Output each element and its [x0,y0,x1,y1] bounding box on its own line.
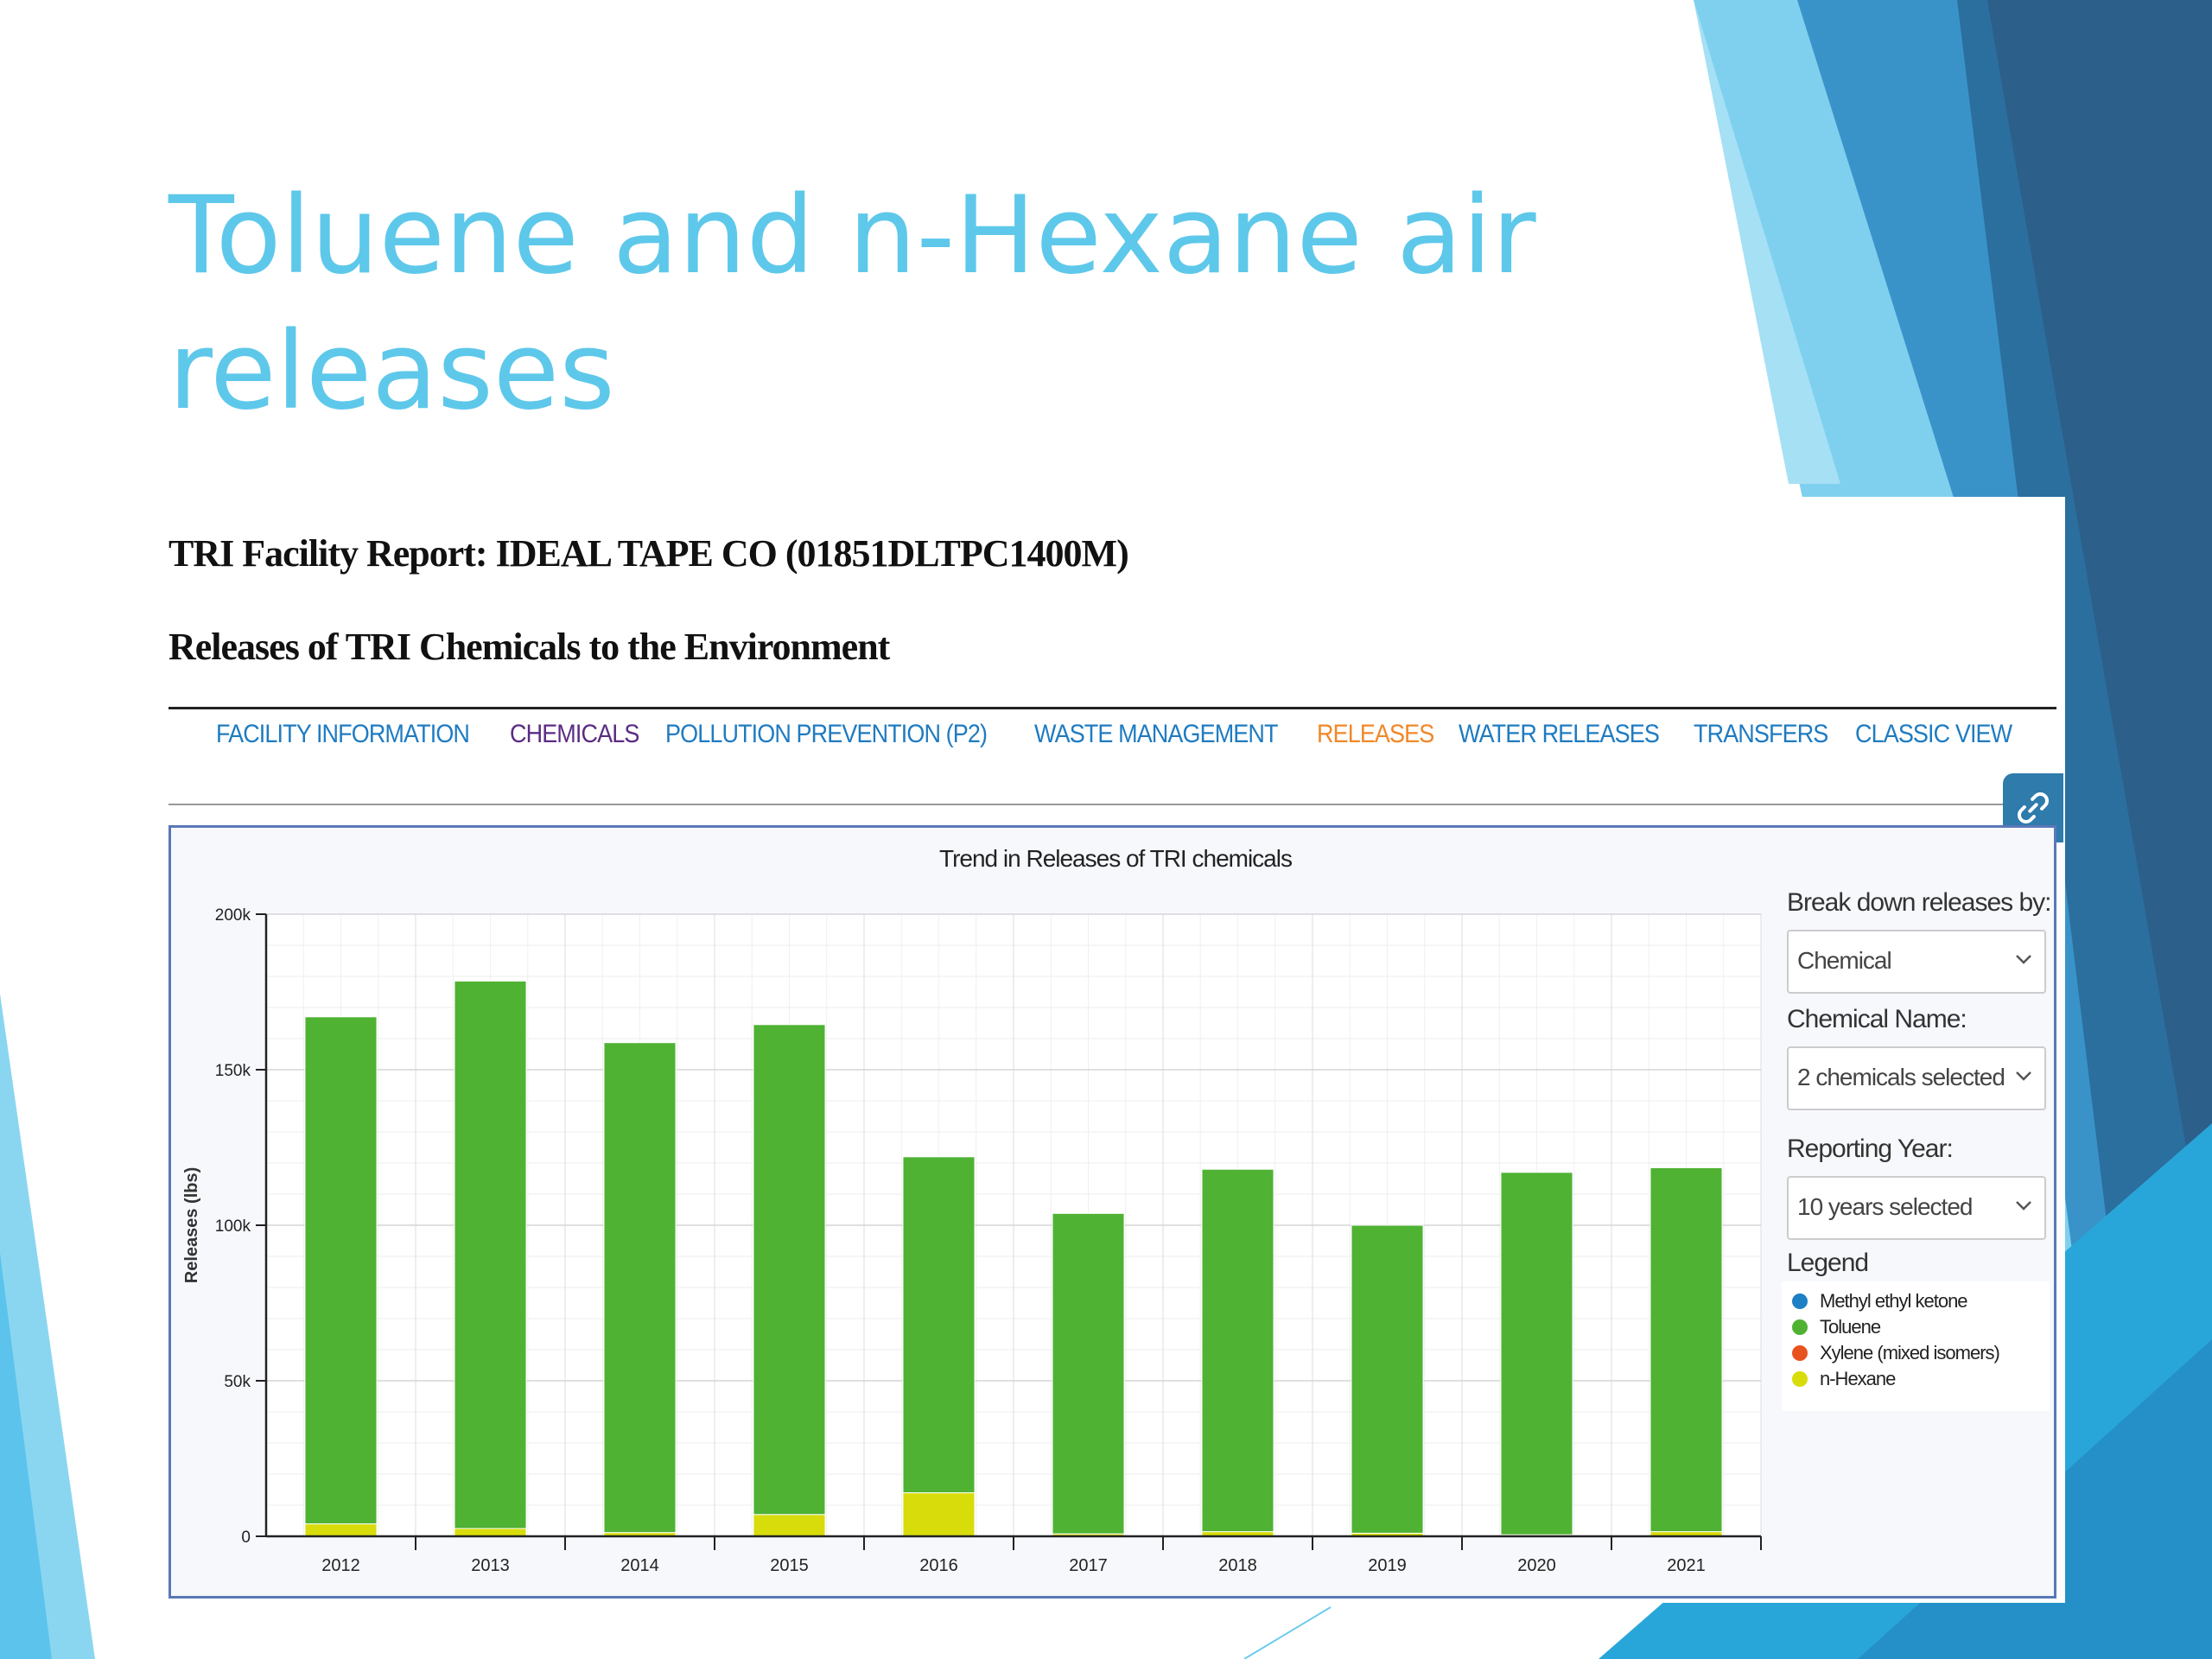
reporting-year-value: 10 years selected [1797,1193,1973,1220]
nav-transfers[interactable]: TRANSFERS [1694,720,1828,749]
bar-toluene-2017[interactable] [1052,1212,1125,1535]
x-tick-label: 2021 [1667,1556,1706,1575]
nav-water-releases[interactable]: WATER RELEASES [1459,720,1660,749]
reporting-year-select[interactable]: 10 years selected [1787,1176,2046,1240]
y-tick-label: 150k [215,1062,251,1080]
link-icon [2017,791,2050,824]
bar-toluene-2019[interactable] [1351,1224,1424,1534]
legend-marker [1792,1371,1808,1387]
legend-item-n-hexane[interactable]: n-Hexane [1792,1366,1896,1392]
tri-report-panel: TRI Facility Report: IDEAL TAPE CO (0185… [168,497,2065,1603]
legend-item-xylene[interactable]: Xylene (mixed isomers) [1792,1340,2000,1366]
breakdown-value: Chemical [1797,947,1892,974]
x-tick-label: 2016 [919,1556,958,1575]
x-tick-label: 2019 [1368,1556,1407,1575]
bar-toluene-2020[interactable] [1500,1172,1573,1535]
legend: Methyl ethyl ketone Toluene Xylene (mixe… [1782,1281,2050,1411]
bar-toluene-2016[interactable] [902,1156,976,1494]
bar-n-hexane-2016[interactable] [902,1492,976,1537]
x-tick-label: 2014 [620,1556,659,1575]
nav-pollution-prevention[interactable]: POLLUTION PREVENTION (P2) [665,720,988,749]
bar-toluene-2021[interactable] [1649,1166,1723,1533]
legend-label: Methyl ethyl ketone [1820,1290,1968,1312]
report-title: TRI Facility Report: IDEAL TAPE CO (0185… [168,532,1129,575]
y-tick-label: 100k [215,1217,251,1236]
bar-toluene-2013[interactable] [454,980,527,1529]
x-tick-label: 2013 [471,1556,510,1575]
chart-container: Trend in Releases of TRI chemicals 2012 2… [168,825,2056,1599]
x-tick-label: 2015 [770,1556,809,1575]
bar-toluene-2014[interactable] [603,1042,677,1534]
x-tick-label: 2017 [1069,1556,1108,1575]
chevron-down-icon [2016,1201,2031,1211]
nav-waste-management[interactable]: WASTE MANAGEMENT [1034,720,1279,749]
nav-facility-information[interactable]: FACILITY INFORMATION [216,720,470,749]
y-tick-label: 200k [215,906,251,925]
y-tick-label: 0 [241,1529,251,1547]
nav-divider [168,804,2056,805]
nav-classic-view[interactable]: CLASSIC VIEW [1855,720,2012,749]
bar-n-hexane-2015[interactable] [753,1514,826,1537]
legend-item-methyl-ethyl-ketone[interactable]: Methyl ethyl ketone [1792,1288,1968,1314]
x-tick-label: 2018 [1218,1556,1257,1575]
bar-n-hexane-2013[interactable] [454,1528,527,1537]
chemical-name-select[interactable]: 2 chemicals selected [1787,1046,2046,1110]
breakdown-label: Break down releases by: [1787,888,2052,917]
legend-title: Legend [1787,1249,1869,1277]
chart-title: Trend in Releases of TRI chemicals [939,845,1292,872]
chemical-name-label: Chemical Name: [1787,1005,1967,1033]
breakdown-select[interactable]: Chemical [1787,930,2046,994]
reporting-year-label: Reporting Year: [1787,1135,1954,1163]
header-divider [168,707,2056,709]
legend-marker [1792,1319,1808,1335]
chevron-down-icon [2016,955,2031,964]
legend-item-toluene[interactable]: Toluene [1792,1314,1881,1340]
legend-marker [1792,1345,1808,1361]
chemical-name-value: 2 chemicals selected [1797,1064,2005,1090]
x-tick-label: 2012 [321,1556,360,1575]
nav-releases[interactable]: RELEASES [1317,720,1434,749]
bar-toluene-2012[interactable] [304,1016,378,1525]
report-nav: FACILITY INFORMATION CHEMICALS POLLUTION… [216,720,2017,749]
legend-marker [1792,1294,1808,1309]
nav-chemicals[interactable]: CHEMICALS [510,720,639,749]
bar-n-hexane-2012[interactable] [304,1523,378,1537]
y-tick-label: 50k [224,1373,251,1391]
legend-label: Toluene [1820,1316,1881,1338]
legend-label: Xylene (mixed isomers) [1820,1342,2000,1363]
section-title: Releases of TRI Chemicals to the Environ… [168,626,890,668]
chevron-down-icon [2016,1071,2031,1081]
x-tick-label: 2020 [1517,1556,1556,1575]
bar-toluene-2018[interactable] [1201,1168,1274,1533]
legend-label: n-Hexane [1820,1368,1896,1389]
bar-chart: Trend in Releases of TRI chemicals 2012 2… [182,845,1762,1575]
slide-title: Toluene and n-Hexane air releases [168,174,1536,434]
y-axis-label: Releases (lbs) [182,1167,201,1284]
bar-toluene-2015[interactable] [753,1024,826,1516]
